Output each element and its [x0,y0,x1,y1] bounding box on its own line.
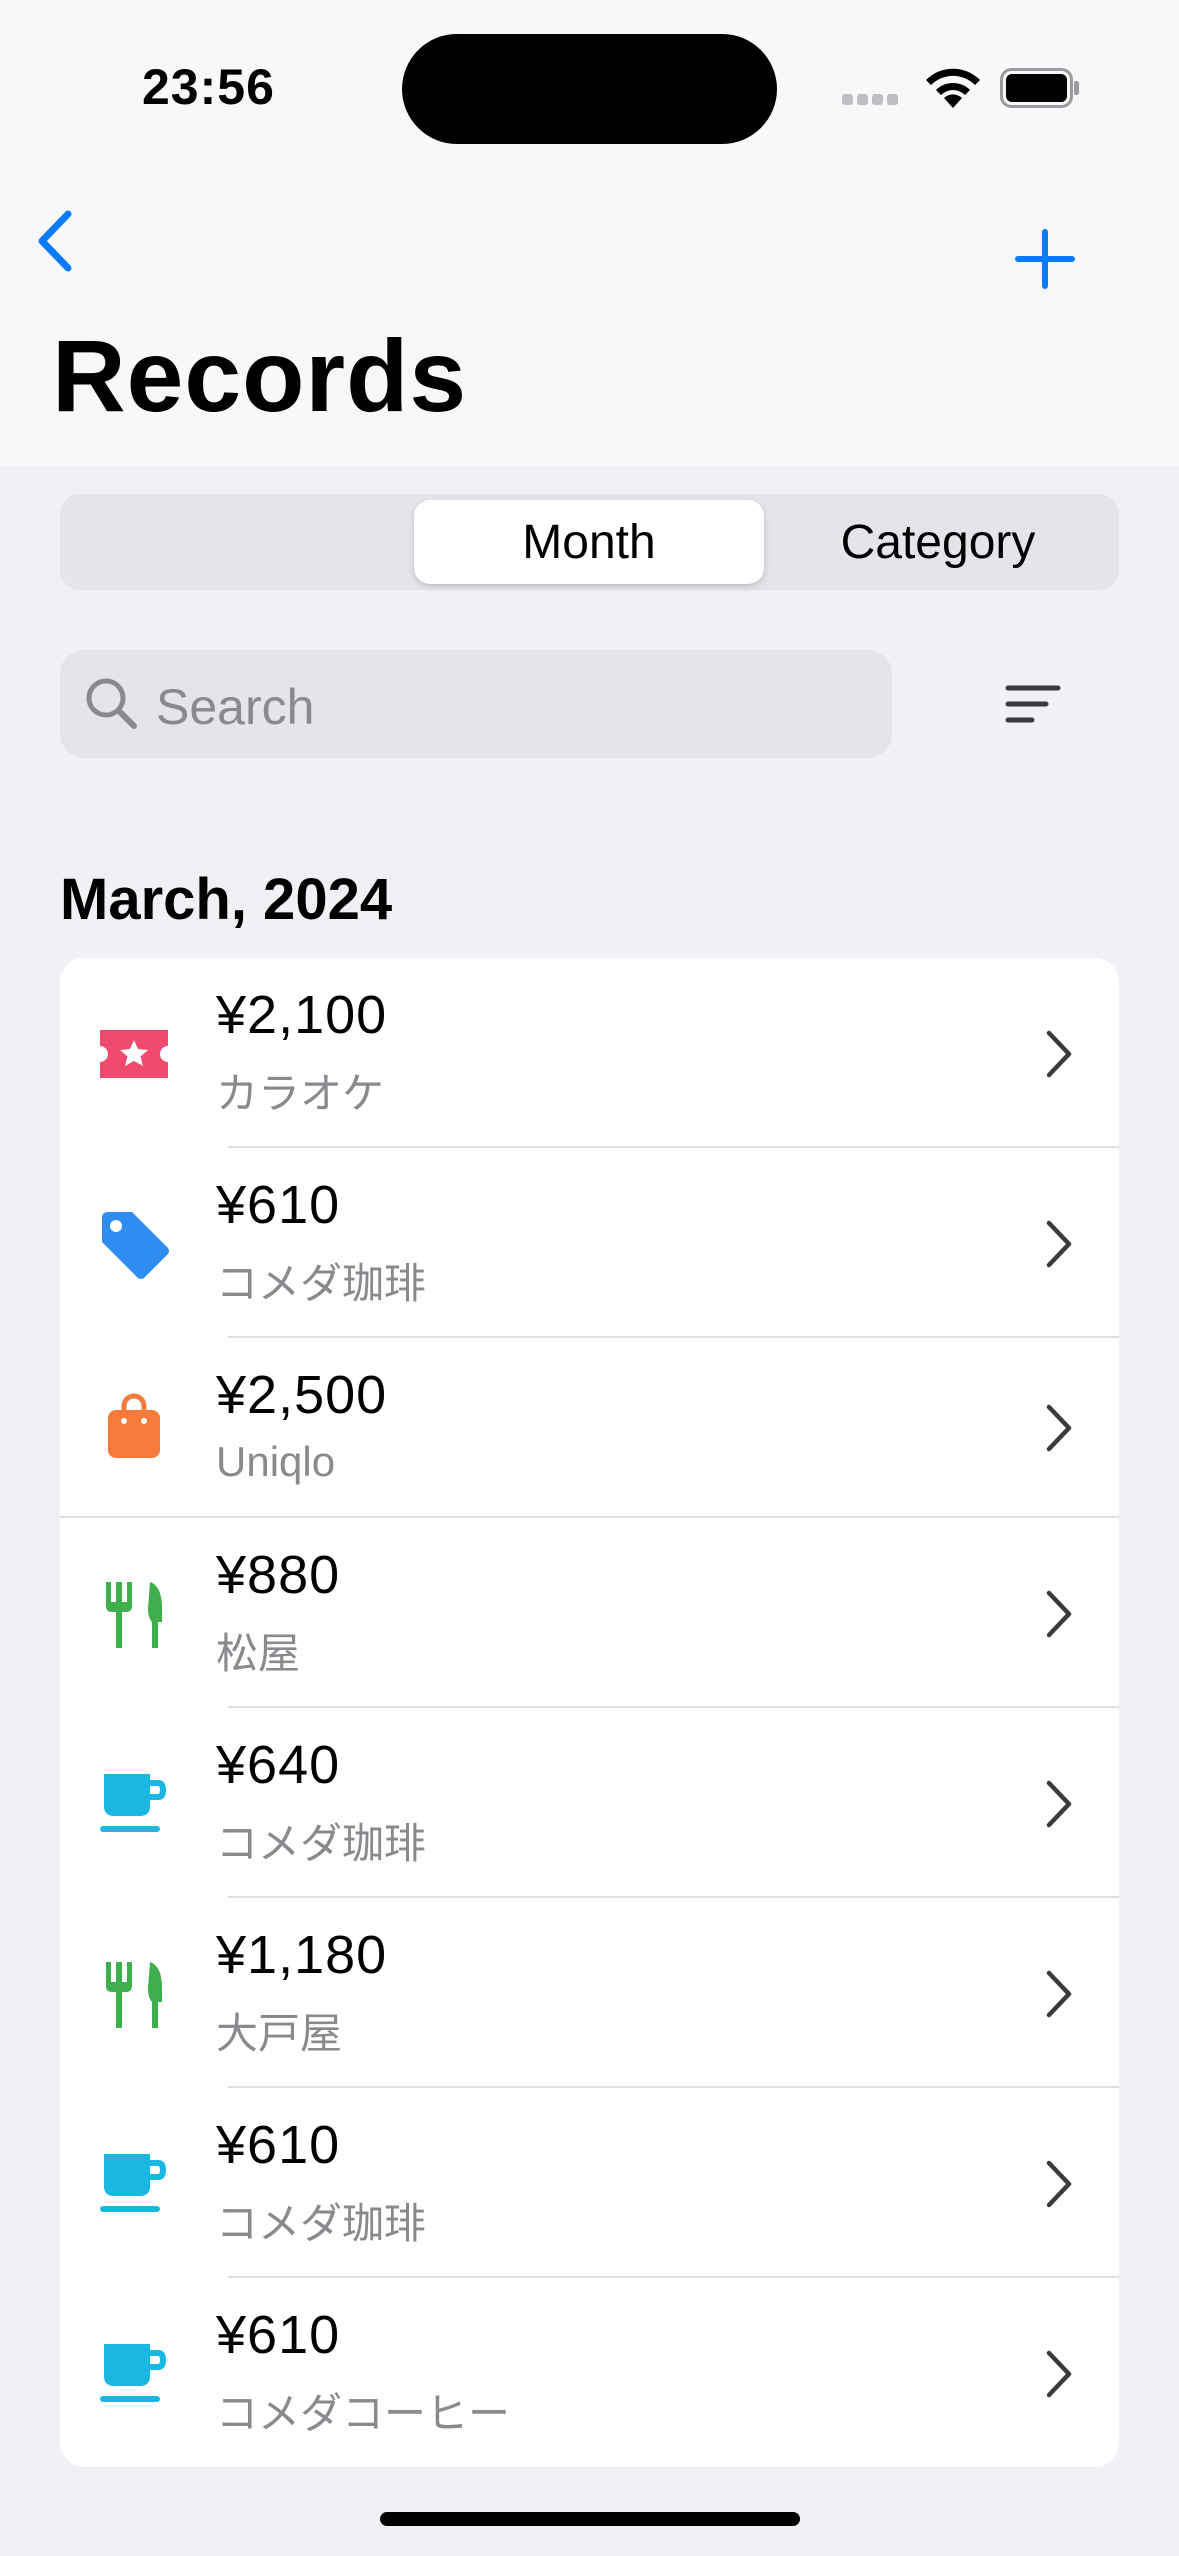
battery-icon [1000,68,1079,108]
record-memo: コメダ珈琲 [216,2200,427,2247]
record-row[interactable]: ¥2,500 Uniqlo [60,1338,1119,1518]
record-amount: ¥880 [216,1545,341,1605]
record-memo: 松屋 [216,1630,301,1677]
home-indicator [380,2512,800,2526]
record-memo: コメダコーヒー [216,2390,511,2437]
record-amount: ¥610 [216,2115,341,2175]
search-input[interactable]: Search [60,650,892,758]
record-amount: ¥610 [216,1175,341,1235]
segment-blank[interactable] [66,500,416,584]
record-row[interactable]: ¥610 コメダコーヒー [60,2278,1119,2467]
chevron-right-icon [1046,2350,1072,2398]
records-list: ¥2,100 カラオケ ¥610 コメダ珈琲 ¥2,500 Uniqlo ¥88… [60,958,1119,2467]
chevron-right-icon [1046,2160,1072,2208]
record-row[interactable]: ¥640 コメダ珈琲 [60,1708,1119,1898]
record-amount: ¥610 [216,2305,341,2365]
record-memo: コメダ珈琲 [216,1260,427,1307]
chevron-right-icon [1046,1220,1072,1268]
coffee-cup-icon [100,2344,166,2402]
record-memo: 大戸屋 [216,2010,343,2057]
add-record-button[interactable] [1014,228,1076,290]
view-mode-segmented-control: Month Category [60,494,1119,590]
record-amount: ¥2,100 [216,985,388,1045]
chevron-right-icon [1046,1030,1072,1078]
chevron-right-icon [1046,1970,1072,2018]
search-icon [86,678,137,729]
cellular-signal-icon [842,92,902,110]
chevron-right-icon [1046,1780,1072,1828]
record-row[interactable]: ¥1,180 大戸屋 [60,1898,1119,2088]
fork-knife-icon [106,1962,162,2028]
wifi-icon [926,68,980,108]
ticket-icon [100,1030,168,1078]
sort-filter-button[interactable] [1004,682,1062,726]
record-row[interactable]: ¥610 コメダ珈琲 [60,2088,1119,2278]
segment-category[interactable]: Category [763,500,1113,584]
search-placeholder: Search [156,679,315,735]
back-button[interactable] [32,206,80,276]
page-title: Records [52,319,468,433]
record-memo: カラオケ [216,1070,385,1117]
record-row[interactable]: ¥610 コメダ珈琲 [60,1148,1119,1338]
record-amount: ¥2,500 [216,1365,388,1425]
record-amount: ¥1,180 [216,1925,388,1985]
section-header-month: March, 2024 [60,867,393,932]
record-memo: Uniqlo [216,1438,336,1485]
tag-icon [102,1212,169,1279]
status-time: 23:56 [142,59,275,115]
shopping-bag-icon [108,1393,160,1458]
dynamic-island [402,34,777,144]
record-row[interactable]: ¥880 松屋 [60,1518,1119,1708]
chevron-right-icon [1046,1404,1072,1452]
segment-month[interactable]: Month [414,500,764,584]
coffee-cup-icon [100,1774,166,1832]
chevron-right-icon [1046,1590,1072,1638]
coffee-cup-icon [100,2154,166,2212]
fork-knife-icon [106,1582,162,1648]
navigation-bar: 23:56 Records [0,0,1179,466]
record-row[interactable]: ¥2,100 カラオケ [60,958,1119,1148]
record-memo: コメダ珈琲 [216,1820,427,1867]
record-amount: ¥640 [216,1735,341,1795]
